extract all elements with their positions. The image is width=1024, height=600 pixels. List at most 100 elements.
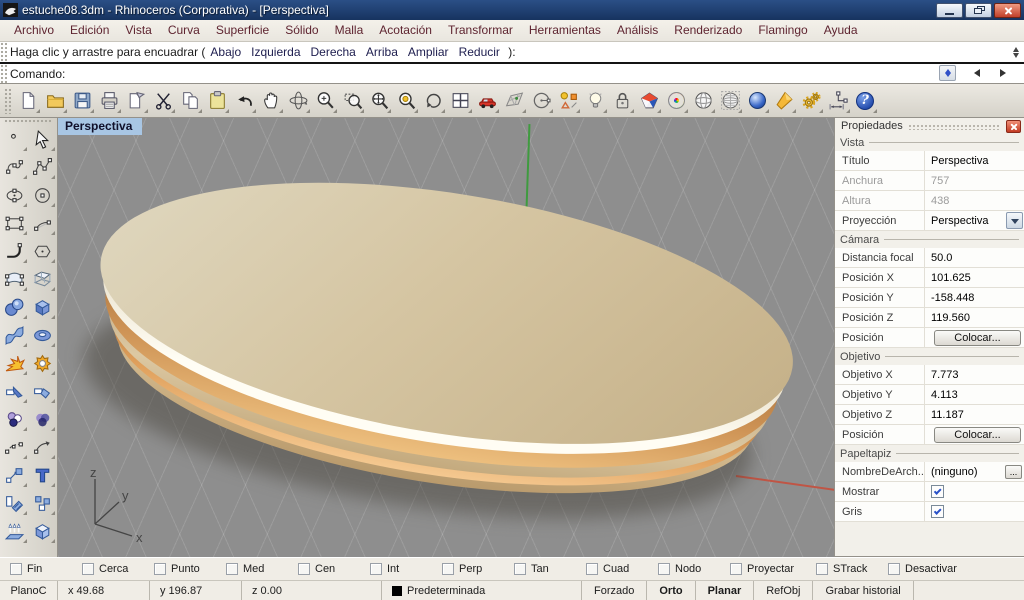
zoom-selected-button[interactable] xyxy=(393,88,419,114)
render-properties-button[interactable] xyxy=(717,88,743,114)
menu-analisis[interactable]: Análisis xyxy=(609,21,666,40)
panel-close-button[interactable] xyxy=(1006,120,1021,133)
prop-value-posicion-z[interactable]: 119.560 xyxy=(925,308,1024,327)
move-button[interactable] xyxy=(474,88,500,114)
scroll-up-icon[interactable] xyxy=(1013,44,1019,52)
polygon-tool-button[interactable] xyxy=(30,238,56,264)
spinner-up-icon[interactable] xyxy=(945,66,951,73)
osnap-med[interactable]: Med xyxy=(226,563,298,575)
menu-vista[interactable]: Vista xyxy=(117,21,159,40)
scroll-down-icon[interactable] xyxy=(1013,53,1019,61)
group-tool-button[interactable] xyxy=(30,490,56,516)
solid-box-tool-button[interactable] xyxy=(30,518,56,544)
command-option-abajo[interactable]: Abajo xyxy=(210,45,241,59)
adjust-curve-button[interactable] xyxy=(30,434,56,460)
save-file-button[interactable] xyxy=(69,88,95,114)
menu-ayuda[interactable]: Ayuda xyxy=(816,21,866,40)
osnap-cen[interactable]: Cen xyxy=(298,563,370,575)
osnap-nodo[interactable]: Nodo xyxy=(658,563,730,575)
boolean-intersection-button[interactable] xyxy=(30,406,56,432)
toggle-grabar-historial[interactable]: Grabar historial xyxy=(813,581,913,600)
hatch-tool-button[interactable] xyxy=(2,490,28,516)
osnap-checkbox-nodo[interactable] xyxy=(658,563,670,575)
render-preview-button[interactable] xyxy=(690,88,716,114)
menu-archivo[interactable]: Archivo xyxy=(6,21,62,40)
menu-edicion[interactable]: Edición xyxy=(62,21,117,40)
osnap-checkbox-fin[interactable] xyxy=(10,563,22,575)
osnap-fin[interactable]: Fin xyxy=(10,563,82,575)
lights-button[interactable] xyxy=(582,88,608,114)
posicion-colocar-button[interactable]: Colocar... xyxy=(934,427,1021,443)
boolean-union-button[interactable] xyxy=(2,406,28,432)
command-option-derecha[interactable]: Derecha xyxy=(311,45,356,59)
prop-value-proyeccion[interactable]: Perspectiva xyxy=(925,211,1024,230)
toggle-orto[interactable]: Orto xyxy=(647,581,695,600)
render-button[interactable] xyxy=(744,88,770,114)
extrude-tool-button[interactable] xyxy=(2,518,28,544)
perspective-viewport[interactable]: Perspectiva z y x xyxy=(58,118,834,557)
prop-value-titulo[interactable]: Perspectiva xyxy=(925,151,1024,170)
osnap-cuad[interactable]: Cuad xyxy=(586,563,658,575)
circle-tool-button[interactable] xyxy=(30,182,56,208)
polyline-tool-button[interactable] xyxy=(30,154,56,180)
command-prompt[interactable]: Comando: xyxy=(10,67,65,81)
osnap-checkbox-tan[interactable] xyxy=(514,563,526,575)
osnap-checkbox-punto[interactable] xyxy=(154,563,166,575)
print-button[interactable] xyxy=(96,88,122,114)
explode-tool-button[interactable] xyxy=(2,350,28,376)
split-tool-button[interactable] xyxy=(30,378,56,404)
osnap-checkbox-med[interactable] xyxy=(226,563,238,575)
osnap-checkbox-perp[interactable] xyxy=(442,563,454,575)
hide-objects-button[interactable] xyxy=(528,88,554,114)
checkbox-mostrar[interactable] xyxy=(931,485,944,498)
viewport-title[interactable]: Perspectiva xyxy=(58,118,142,135)
copy-button[interactable] xyxy=(177,88,203,114)
command-option-reducir[interactable]: Reducir xyxy=(459,45,500,59)
pan-view-button[interactable] xyxy=(258,88,284,114)
toggle-forzado[interactable]: Forzado xyxy=(582,581,647,600)
osnap-checkbox-int[interactable] xyxy=(370,563,382,575)
prop-value-posicion-y[interactable]: -158.448 xyxy=(925,288,1024,307)
object-snap-button[interactable] xyxy=(555,88,581,114)
layer-button[interactable]: Predeterminada xyxy=(382,581,582,600)
undo-button[interactable] xyxy=(231,88,257,114)
osnap-punto[interactable]: Punto xyxy=(154,563,226,575)
shaded-viewport-button[interactable] xyxy=(636,88,662,114)
osnap-checkbox-cerca[interactable] xyxy=(82,563,94,575)
osnap-checkbox-cuad[interactable] xyxy=(586,563,598,575)
text-tool-button[interactable] xyxy=(30,462,56,488)
osnap-proyectar[interactable]: Proyectar xyxy=(730,563,816,575)
star-gear-tool-button[interactable] xyxy=(30,350,56,376)
osnap-checkbox-cen[interactable] xyxy=(298,563,310,575)
prop-value-objetivo-y[interactable]: 4.113 xyxy=(925,385,1024,404)
options-button[interactable] xyxy=(798,88,824,114)
menu-malla[interactable]: Malla xyxy=(327,21,372,40)
menu-solido[interactable]: Sólido xyxy=(277,21,326,40)
prop-value-objetivo-x[interactable]: 7.773 xyxy=(925,365,1024,384)
rebuild-curve-button[interactable] xyxy=(2,434,28,460)
osnap-tan[interactable]: Tan xyxy=(514,563,586,575)
move-scale-tool-button[interactable] xyxy=(2,462,28,488)
rotate-view-button[interactable] xyxy=(285,88,311,114)
menu-acotacion[interactable]: Acotación xyxy=(371,21,440,40)
trim-tool-button[interactable] xyxy=(2,378,28,404)
boolean-spheres-button[interactable] xyxy=(2,294,28,320)
menu-flamingo[interactable]: Flamingo xyxy=(750,21,815,40)
history-forward-button[interactable] xyxy=(994,66,1016,81)
menu-curva[interactable]: Curva xyxy=(160,21,208,40)
osnap-cerca[interactable]: Cerca xyxy=(82,563,154,575)
history-back-button[interactable] xyxy=(964,66,986,81)
menu-renderizado[interactable]: Renderizado xyxy=(666,21,750,40)
toggle-planar[interactable]: Planar xyxy=(696,581,755,600)
zoom-extents-button[interactable] xyxy=(366,88,392,114)
patch-surface-button[interactable] xyxy=(2,266,28,292)
prop-value-posicion[interactable]: Colocar... xyxy=(925,328,1024,347)
named-view-button[interactable] xyxy=(501,88,527,114)
prop-value-distancia-focal[interactable]: 50.0 xyxy=(925,248,1024,267)
arc-tool-button[interactable] xyxy=(30,210,56,236)
surface-from-grid-button[interactable] xyxy=(30,266,56,292)
select-pointer-button[interactable] xyxy=(30,126,56,152)
viewport-layout-button[interactable] xyxy=(447,88,473,114)
surface-sheet-button[interactable] xyxy=(2,322,28,348)
prop-value-objetivo-z[interactable]: 11.187 xyxy=(925,405,1024,424)
